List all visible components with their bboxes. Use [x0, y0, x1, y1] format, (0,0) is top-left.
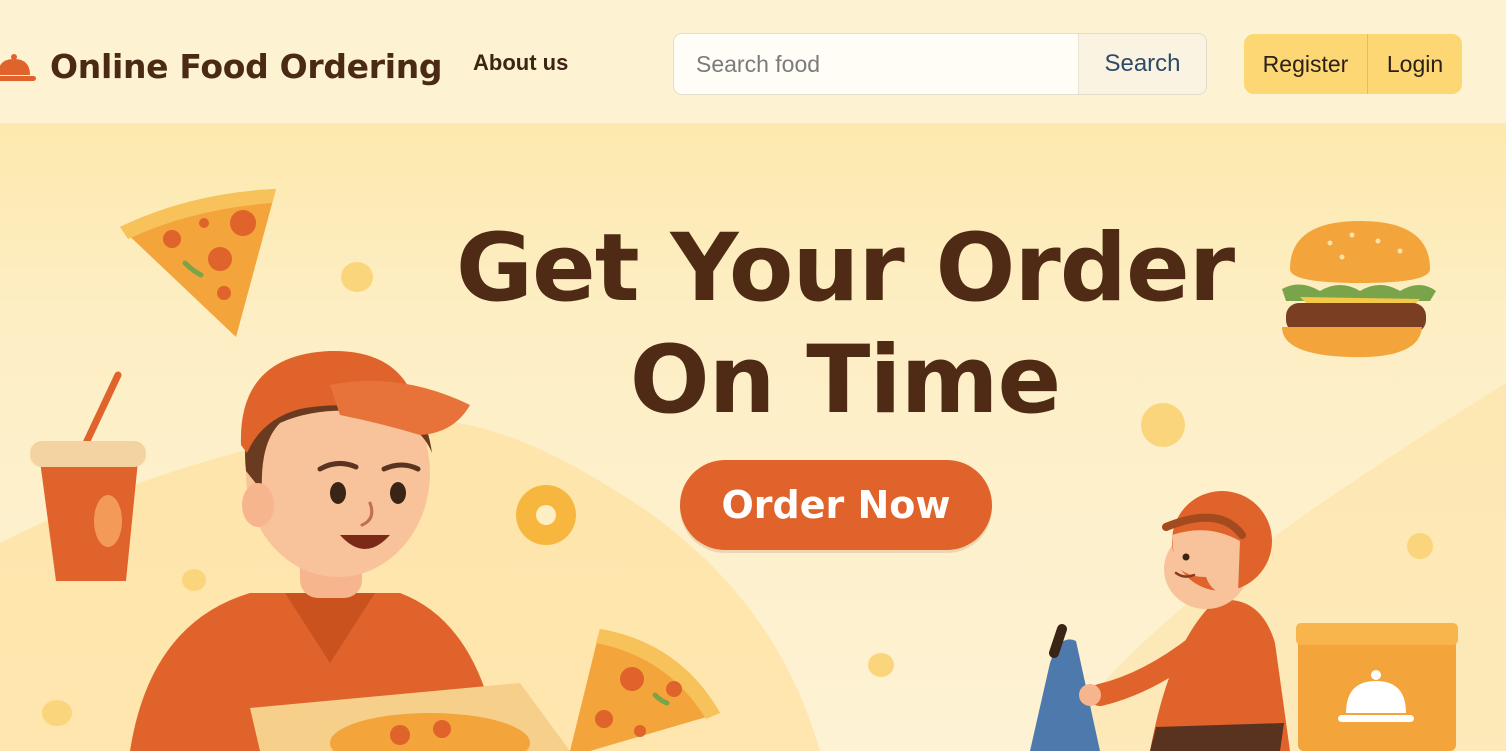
- crumb-dot: [1407, 533, 1433, 559]
- navbar: Online Food Ordering About us Search Reg…: [0, 0, 1506, 123]
- brand[interactable]: Online Food Ordering: [0, 38, 443, 94]
- register-button[interactable]: Register: [1244, 34, 1368, 94]
- hero-banner: Get Your Order On Time Order Now: [0, 123, 1506, 751]
- brand-name: Online Food Ordering: [50, 46, 443, 86]
- search-input[interactable]: [674, 34, 1078, 94]
- delivery-box-icon: [1296, 623, 1458, 751]
- burger-icon: [1282, 221, 1436, 358]
- pizza-slice-icon: [120, 189, 276, 337]
- hero-title: Get Your Order On Time: [420, 213, 1270, 437]
- crumb-dot: [42, 700, 72, 726]
- donut-icon: [516, 485, 576, 545]
- crumb-dot: [341, 262, 373, 292]
- crumb-dot: [868, 653, 894, 677]
- scooter-rider-illustration: [1030, 491, 1290, 751]
- cloche-icon: [0, 54, 36, 81]
- order-now-button[interactable]: Order Now: [680, 460, 992, 550]
- hero-title-line2: On Time: [629, 326, 1062, 435]
- auth-buttons: Register Login: [1244, 34, 1462, 94]
- login-button[interactable]: Login: [1368, 34, 1462, 94]
- nav-about-link[interactable]: About us: [473, 50, 568, 76]
- search-bar: Search: [673, 33, 1207, 95]
- search-button[interactable]: Search: [1078, 34, 1206, 94]
- crumb-dot: [182, 569, 206, 591]
- hero-title-line1: Get Your Order: [455, 214, 1235, 323]
